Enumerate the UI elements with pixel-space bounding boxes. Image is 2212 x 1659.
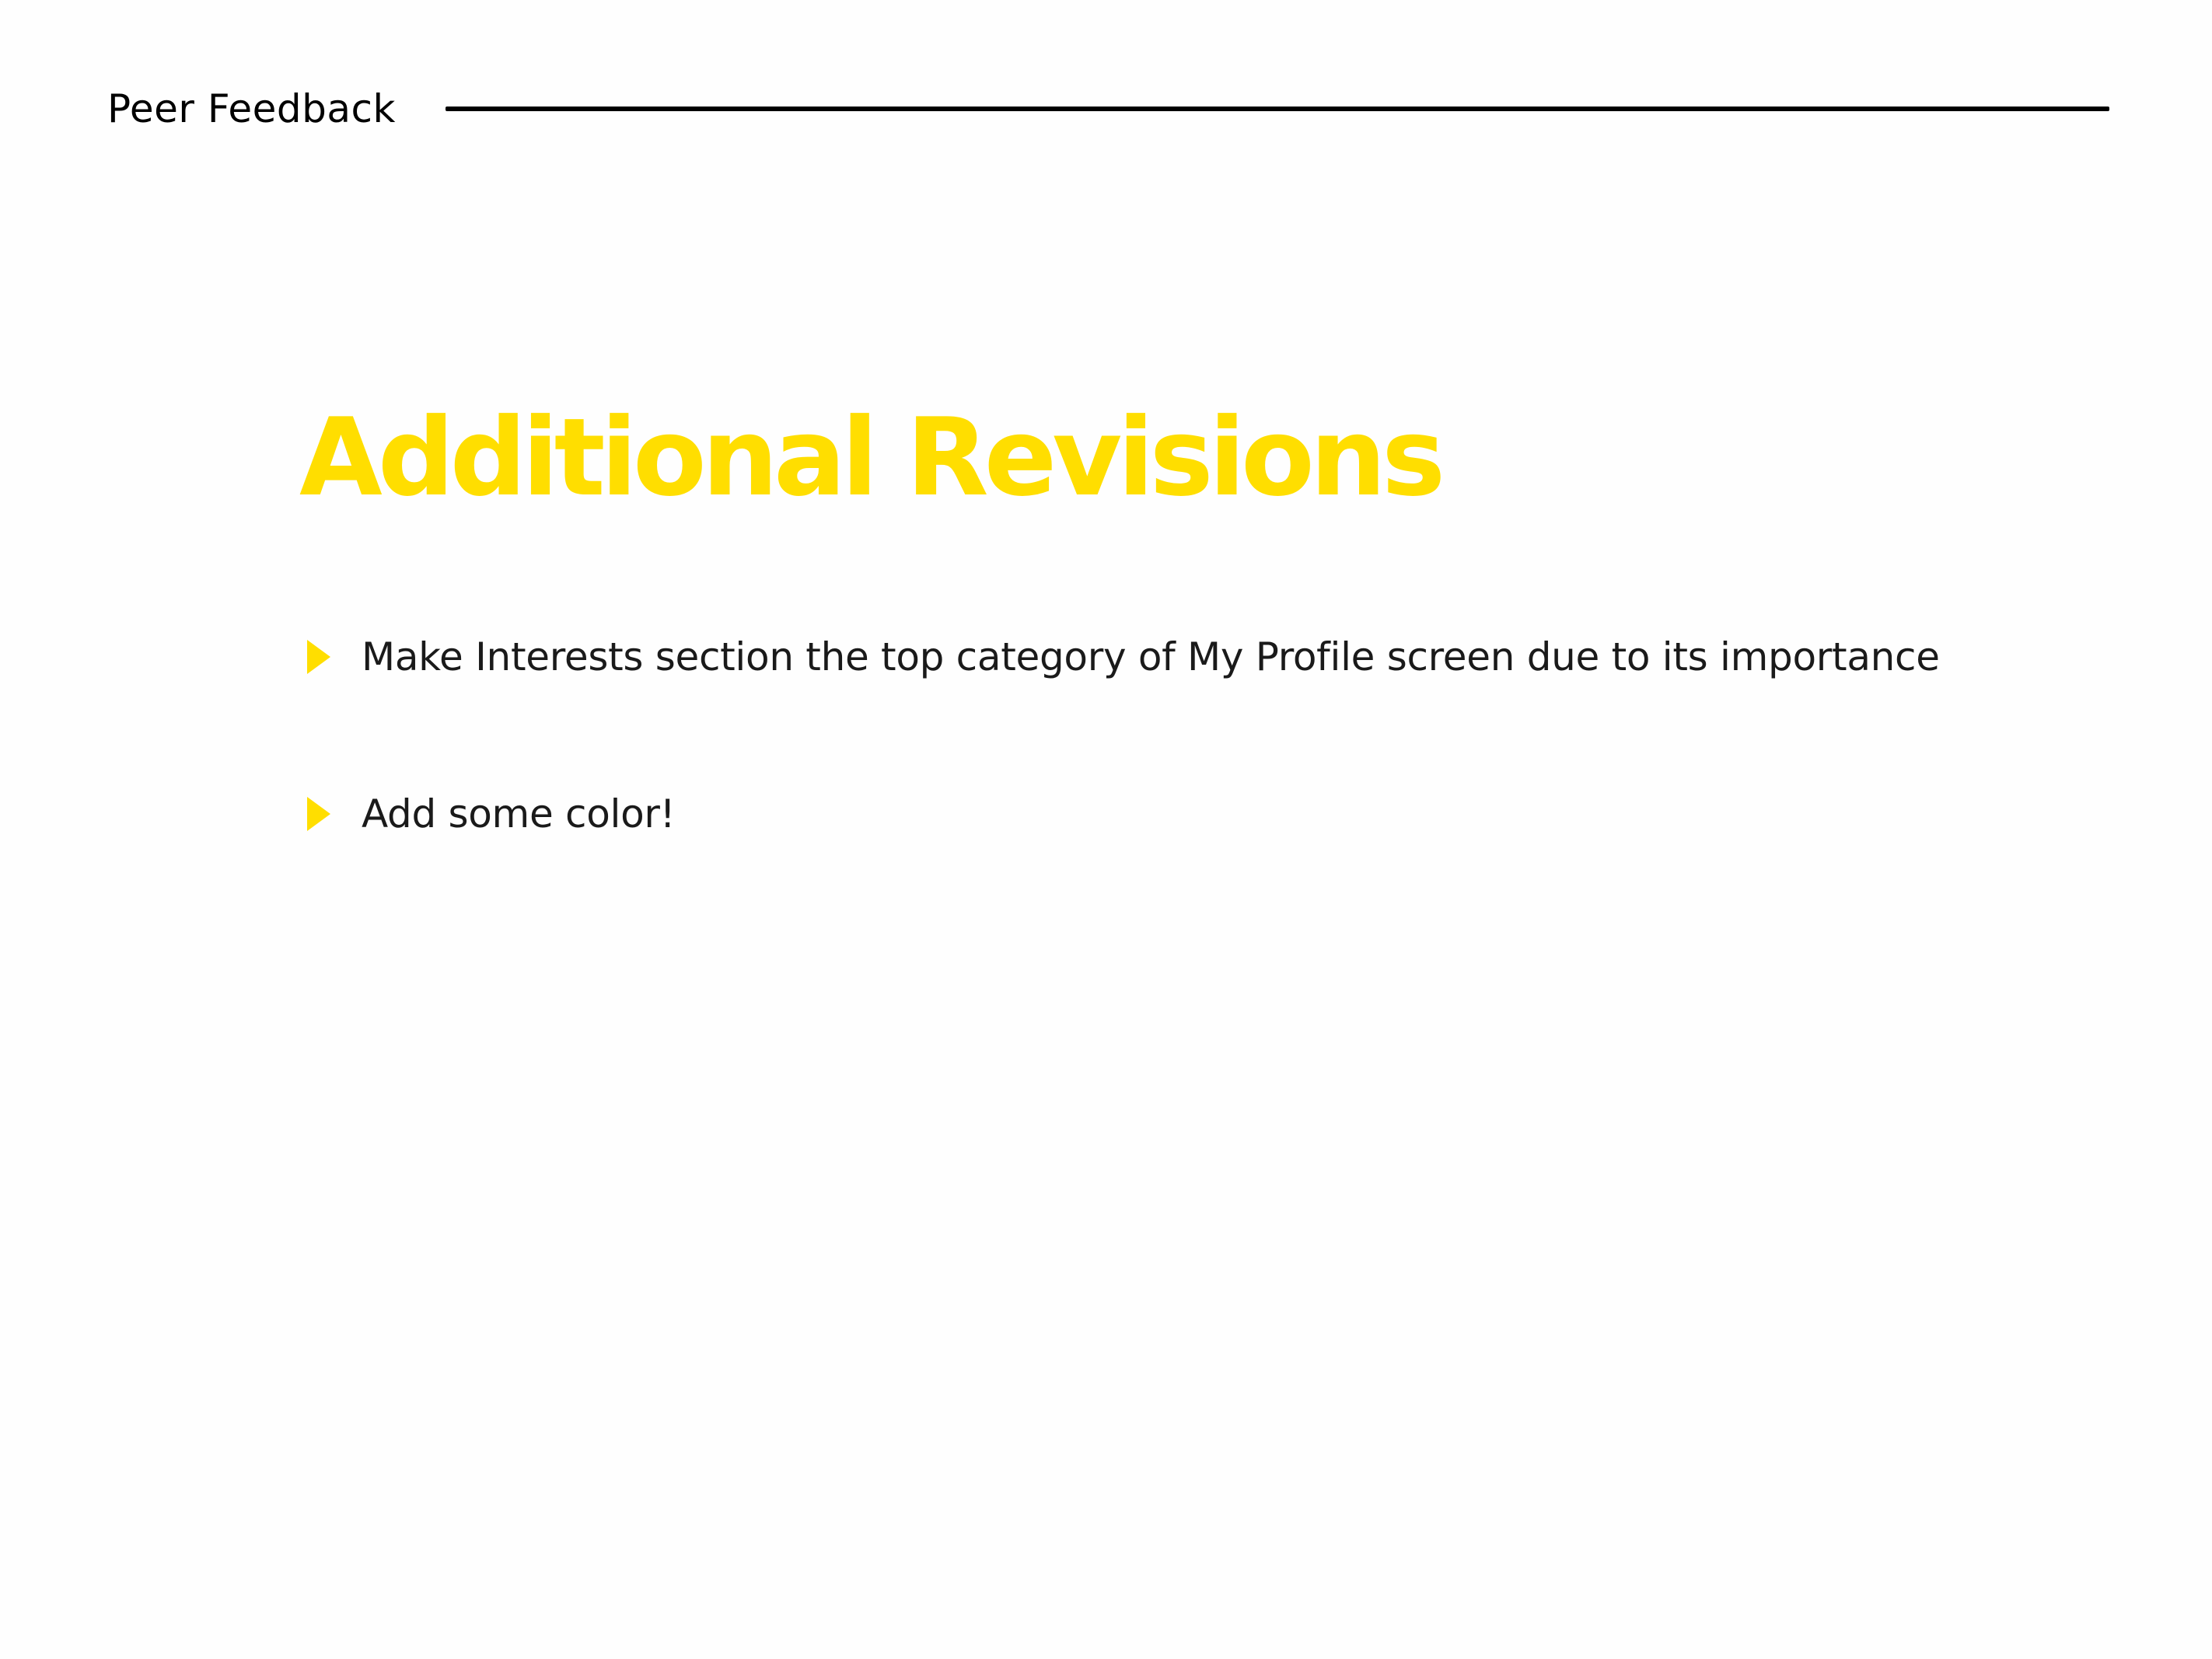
- slide-title: Additional Revisions: [299, 395, 1445, 520]
- slide-header: Peer Feedback: [107, 74, 2109, 144]
- bullet-item: Add some color!: [307, 783, 1940, 845]
- triangle-bullet-icon: [307, 640, 330, 674]
- slide: Peer Feedback Additional Revisions Make …: [0, 0, 2212, 1659]
- bullet-list: Make Interests section the top category …: [307, 626, 1940, 940]
- header-divider: [445, 107, 2109, 111]
- section-label: Peer Feedback: [107, 86, 396, 131]
- bullet-text: Make Interests section the top category …: [362, 634, 1940, 679]
- bullet-item: Make Interests section the top category …: [307, 626, 1940, 688]
- bullet-text: Add some color!: [362, 791, 676, 836]
- triangle-bullet-icon: [307, 797, 330, 831]
